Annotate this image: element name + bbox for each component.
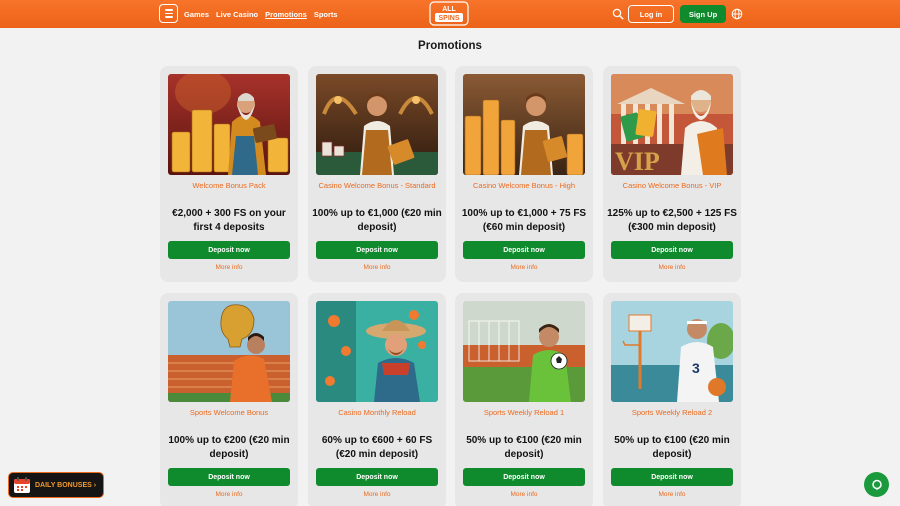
promo-card: VIP Casino Welcome Bonus - VIP 125% up t…: [603, 66, 741, 282]
more-info-link[interactable]: More info: [611, 264, 733, 271]
deposit-now-button[interactable]: Deposit now: [463, 241, 585, 259]
nav-promotions[interactable]: Promotions: [265, 10, 307, 19]
promo-offer: 60% up to €600 + 60 FS (€20 min deposit): [321, 435, 433, 460]
nav-games[interactable]: Games: [184, 10, 209, 19]
promo-image-trophy: [168, 301, 290, 402]
promo-card: Welcome Bonus Pack €2,000 + 300 FS on yo…: [160, 66, 298, 282]
more-info-link[interactable]: More info: [463, 264, 585, 271]
promo-title: Casino Welcome Bonus - VIP: [622, 181, 722, 190]
main-nav: Games Live Casino Promotions Sports: [184, 0, 338, 28]
deposit-now-button[interactable]: Deposit now: [168, 468, 290, 486]
promo-card: Casino Welcome Bonus - High 100% up to €…: [455, 66, 593, 282]
signup-button[interactable]: Sign Up: [680, 5, 726, 23]
more-info-link[interactable]: More info: [316, 491, 438, 498]
promo-offer: 100% up to €200 (€20 min deposit): [168, 435, 290, 460]
calendar-icon: [14, 477, 30, 493]
deposit-now-button[interactable]: Deposit now: [611, 241, 733, 259]
promo-title: Sports Welcome Bonus: [189, 408, 269, 417]
globe-icon[interactable]: [731, 8, 743, 20]
promo-image-dealer-coins: [463, 74, 585, 175]
login-button[interactable]: Log in: [628, 5, 674, 23]
deposit-now-button[interactable]: Deposit now: [611, 468, 733, 486]
deposit-now-button[interactable]: Deposit now: [316, 468, 438, 486]
more-info-link[interactable]: More info: [611, 491, 733, 498]
promo-image-goalkeeper: [463, 301, 585, 402]
promo-image-dealer-casino: [316, 74, 438, 175]
promo-offer: 125% up to €2,500 + 125 FS (€300 min dep…: [607, 208, 737, 233]
promo-card: Casino Welcome Bonus - Standard 100% up …: [308, 66, 446, 282]
more-info-link[interactable]: More info: [463, 491, 585, 498]
promo-card: 3 Sports Weekly Reload 2 50% up to €100 …: [603, 293, 741, 506]
jersey-number: 3: [692, 360, 700, 376]
more-info-link[interactable]: More info: [168, 491, 290, 498]
promo-title: Sports Weekly Reload 1: [483, 408, 565, 417]
promo-image-basketball: 3: [611, 301, 733, 402]
site-header: Games Live Casino Promotions Sports ALL …: [0, 0, 900, 28]
promo-title: Sports Weekly Reload 2: [631, 408, 713, 417]
chat-icon: [871, 479, 882, 490]
all-spins-logo[interactable]: ALL SPINS: [429, 1, 469, 26]
page-title: Promotions: [418, 40, 482, 52]
promo-offer: 100% up to €1,000 (€20 min deposit): [312, 208, 442, 233]
promo-offer: 50% up to €100 (€20 min deposit): [466, 435, 582, 460]
promo-title: Casino Monthly Reload: [338, 408, 416, 417]
deposit-now-button[interactable]: Deposit now: [316, 241, 438, 259]
promo-title: Casino Welcome Bonus - Standard: [318, 181, 436, 190]
promo-offer: 50% up to €100 (€20 min deposit): [614, 435, 730, 460]
deposit-now-button[interactable]: Deposit now: [463, 468, 585, 486]
daily-bonuses-button[interactable]: DAILY BONUSES ›: [8, 472, 104, 498]
promo-card: Casino Monthly Reload 60% up to €600 + 6…: [308, 293, 446, 506]
deposit-now-button[interactable]: Deposit now: [168, 241, 290, 259]
promo-offer: 100% up to €1,000 + 75 FS (€60 min depos…: [461, 208, 587, 233]
promo-image-wizard: [168, 74, 290, 175]
nav-live-casino[interactable]: Live Casino: [216, 10, 258, 19]
promo-image-cowboy: [316, 301, 438, 402]
promo-title: Casino Welcome Bonus - High: [473, 181, 575, 190]
search-icon[interactable]: [612, 8, 624, 20]
nav-sports[interactable]: Sports: [314, 10, 338, 19]
chat-button[interactable]: [864, 472, 889, 497]
promo-image-vip-zeus: VIP: [611, 74, 733, 175]
daily-bonuses-label: DAILY BONUSES ›: [35, 482, 97, 489]
menu-icon[interactable]: [159, 4, 178, 23]
more-info-link[interactable]: More info: [168, 264, 290, 271]
promo-offer: €2,000 + 300 FS on your first 4 deposits: [172, 208, 286, 233]
more-info-link[interactable]: More info: [316, 264, 438, 271]
logo-text-bottom: SPINS: [438, 15, 459, 22]
promo-card: Sports Welcome Bonus 100% up to €200 (€2…: [160, 293, 298, 506]
vip-image-text: VIP: [615, 147, 660, 175]
promo-card: Sports Weekly Reload 1 50% up to €100 (€…: [455, 293, 593, 506]
promo-title: Welcome Bonus Pack: [192, 181, 266, 190]
logo-text-top: ALL: [442, 6, 456, 13]
